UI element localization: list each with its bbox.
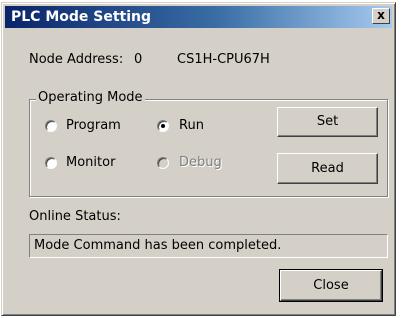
radio-monitor-indicator[interactable] — [45, 157, 57, 169]
read-button[interactable]: Read — [277, 153, 378, 184]
radio-debug-indicator — [157, 157, 169, 169]
online-status-field: Mode Command has been completed. — [29, 234, 388, 258]
title-close-icon[interactable]: x — [372, 8, 390, 24]
node-address-label: Node Address: — [29, 52, 124, 67]
online-status-label: Online Status: — [29, 209, 121, 224]
title-bar[interactable]: PLC Mode Setting x — [5, 6, 392, 28]
radio-run-indicator[interactable] — [157, 120, 169, 132]
radio-debug-label: Debug — [179, 155, 222, 170]
radio-monitor-label[interactable]: Monitor — [66, 155, 115, 170]
set-button[interactable]: Set — [277, 107, 378, 137]
node-address-value: 0 — [134, 52, 143, 67]
radio-run-label[interactable]: Run — [179, 118, 204, 133]
close-button[interactable]: Close — [279, 269, 383, 302]
window-title: PLC Mode Setting — [11, 9, 152, 25]
radio-program-label[interactable]: Program — [66, 118, 121, 133]
plc-model: CS1H-CPU67H — [177, 52, 270, 67]
radio-program-indicator[interactable] — [45, 120, 57, 132]
operating-mode-legend: Operating Mode — [36, 90, 145, 105]
